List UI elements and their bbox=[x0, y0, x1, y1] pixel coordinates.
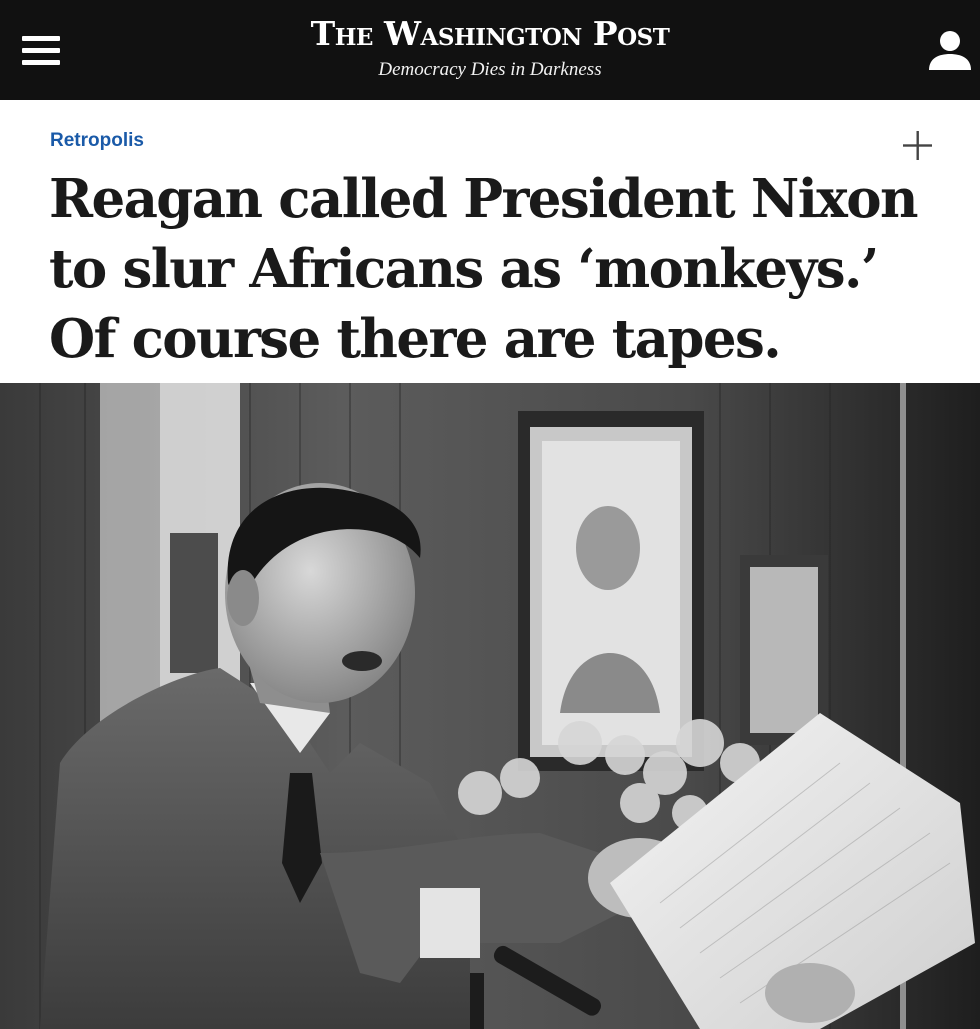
masthead[interactable]: The Washington Post Democracy Dies in Da… bbox=[250, 12, 730, 81]
menu-line bbox=[22, 60, 60, 65]
hamburger-menu-icon[interactable] bbox=[22, 34, 62, 68]
article-headline: Reagan called President Nixon to slur Af… bbox=[49, 168, 919, 370]
plus-icon[interactable] bbox=[898, 126, 938, 166]
site-tagline: Democracy Dies in Darkness bbox=[378, 59, 602, 80]
menu-line bbox=[22, 48, 60, 53]
section-kicker-link[interactable]: Retropolis bbox=[50, 130, 144, 152]
article-header: Retropolis Reagan called President Nixon… bbox=[0, 100, 980, 383]
top-nav-bar: The Washington Post Democracy Dies in Da… bbox=[0, 0, 980, 100]
menu-line bbox=[22, 36, 60, 41]
site-logo[interactable]: The Washington Post bbox=[250, 12, 730, 56]
lead-photo bbox=[0, 383, 980, 1029]
user-icon[interactable] bbox=[926, 28, 974, 72]
